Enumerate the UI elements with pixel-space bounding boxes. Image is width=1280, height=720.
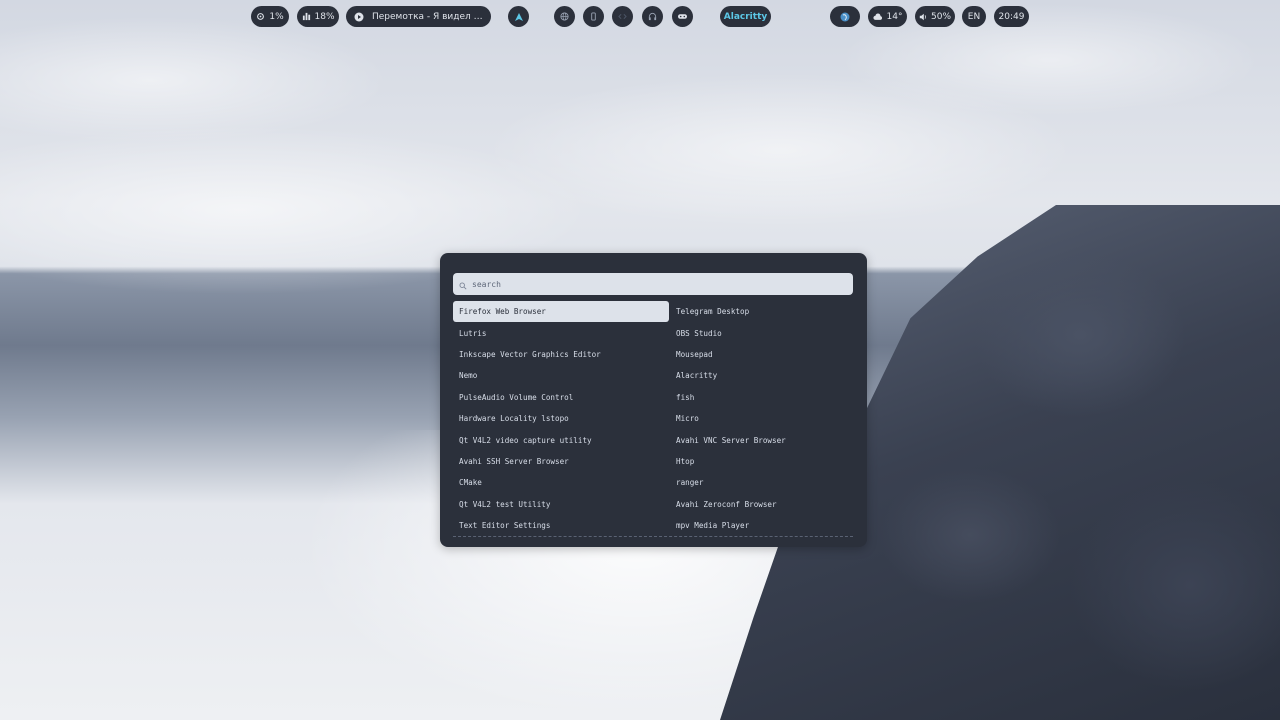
- app-item[interactable]: Avahi Zeroconf Browser: [670, 494, 853, 515]
- language-label: EN: [967, 11, 981, 22]
- app-item[interactable]: CMake: [453, 472, 670, 493]
- volume-widget[interactable]: 50%: [915, 6, 955, 27]
- app-item[interactable]: mpv Media Player: [670, 515, 853, 536]
- search-input[interactable]: [472, 279, 832, 289]
- app-item[interactable]: Htop: [670, 451, 853, 472]
- app-item[interactable]: Telegram Desktop: [670, 301, 853, 322]
- app-item[interactable]: Avahi SSH Server Browser: [453, 451, 670, 472]
- app-item[interactable]: Hardware Locality lstopo: [453, 408, 670, 429]
- cloud-icon: [872, 12, 883, 21]
- speaker-icon: [919, 13, 927, 21]
- app-item[interactable]: Text Editor Settings: [453, 515, 670, 536]
- app-item[interactable]: PulseAudio Volume Control: [453, 387, 670, 408]
- cpu-widget[interactable]: 1%: [251, 6, 289, 27]
- app-item[interactable]: fish: [670, 387, 853, 408]
- active-window-label: Alacritty: [723, 11, 768, 22]
- search-icon: [459, 275, 467, 294]
- app-item[interactable]: Nemo: [453, 365, 670, 386]
- app-item[interactable]: Alacritty: [670, 365, 853, 386]
- play-icon[interactable]: [354, 12, 364, 22]
- globe-icon[interactable]: [554, 6, 575, 27]
- volume-value: 50%: [931, 11, 952, 22]
- app-launcher: Firefox Web Browser Telegram Desktop Lut…: [440, 253, 867, 547]
- app-list: Firefox Web Browser Telegram Desktop Lut…: [453, 301, 853, 538]
- active-window-title: Alacritty: [720, 6, 771, 27]
- bar-chart-icon: [302, 12, 311, 21]
- headphones-icon[interactable]: [642, 6, 663, 27]
- language-indicator[interactable]: EN: [962, 6, 986, 27]
- clock[interactable]: 20:49: [994, 6, 1029, 27]
- cpu-value: 1%: [269, 11, 284, 22]
- weather-widget[interactable]: 14°: [868, 6, 907, 27]
- app-item-selected[interactable]: Firefox Web Browser: [453, 301, 669, 323]
- weather-value: 14°: [886, 11, 903, 22]
- app-item[interactable]: OBS Studio: [670, 322, 853, 343]
- gamepad-icon[interactable]: [672, 6, 693, 27]
- arch-logo-icon[interactable]: [508, 6, 529, 27]
- network-globe-icon[interactable]: [830, 6, 860, 27]
- gear-cpu-icon: [256, 12, 265, 21]
- memory-value: 18%: [314, 11, 335, 22]
- app-item[interactable]: Micro: [670, 408, 853, 429]
- app-item[interactable]: ranger: [670, 472, 853, 493]
- app-item[interactable]: Mousepad: [670, 344, 853, 365]
- app-item[interactable]: Avahi VNC Server Browser: [670, 429, 853, 450]
- search-bar[interactable]: [453, 273, 853, 295]
- memory-widget[interactable]: 18%: [297, 6, 339, 27]
- app-item[interactable]: Inkscape Vector Graphics Editor: [453, 344, 670, 365]
- app-item[interactable]: Qt V4L2 video capture utility: [453, 429, 670, 450]
- media-widget[interactable]: Перемотка - Я видел сон...: [346, 6, 491, 27]
- app-item[interactable]: Lutris: [453, 322, 670, 343]
- app-item[interactable]: Qt V4L2 test Utility: [453, 494, 670, 515]
- phone-icon[interactable]: [583, 6, 604, 27]
- clock-label: 20:49: [998, 11, 1025, 22]
- media-title: Перемотка - Я видел сон...: [372, 11, 483, 22]
- code-icon[interactable]: [612, 6, 633, 27]
